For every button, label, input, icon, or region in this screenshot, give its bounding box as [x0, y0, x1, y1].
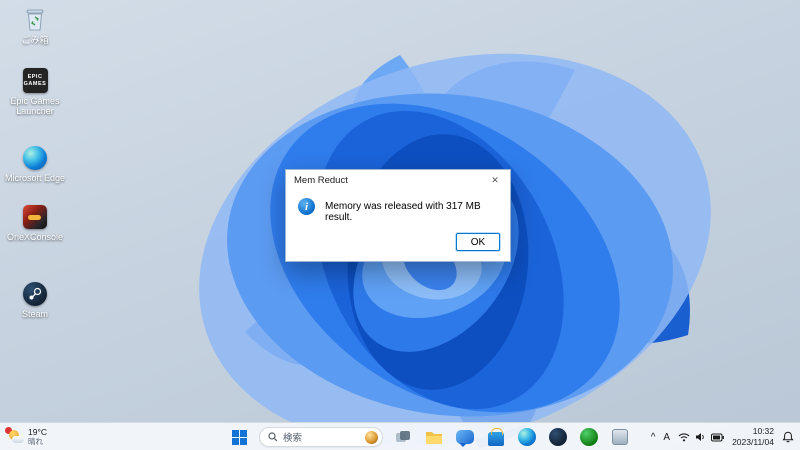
info-icon: i	[298, 198, 315, 215]
weather-icon	[5, 427, 24, 445]
dialog-titlebar[interactable]: Mem Reduct ✕	[286, 170, 510, 190]
file-explorer-icon	[426, 431, 442, 444]
task-view-icon	[396, 431, 410, 442]
desktop-icon-steam[interactable]: Steam	[4, 282, 66, 319]
edge-icon	[23, 146, 47, 170]
ime-mode-indicator[interactable]: A	[663, 432, 670, 443]
epic-icon-text-2: GAMES	[23, 80, 47, 87]
chat-icon	[456, 430, 474, 447]
search-placeholder: 検索	[283, 433, 303, 444]
chat-button[interactable]	[454, 426, 476, 448]
edge-taskbar-icon	[518, 428, 536, 446]
volume-icon	[696, 433, 704, 441]
search-highlight-icon	[365, 430, 378, 444]
dialog-message: Memory was released with 317 MB result.	[325, 201, 481, 223]
clock[interactable]: 10:32 2023/11/04	[732, 426, 774, 447]
dialog-button-row: OK	[286, 227, 510, 261]
memreduct-icon	[612, 429, 628, 445]
store-button[interactable]	[485, 426, 507, 448]
epic-games-label: Epic Games Launcher	[10, 96, 60, 117]
xbox-icon	[580, 428, 598, 446]
memreduct-taskbar-button[interactable]	[609, 426, 631, 448]
dialog-close-icon[interactable]: ✕	[480, 170, 510, 190]
taskbar: 19°C 晴れ 検索 ^ A 10:32 2023/11/04	[0, 422, 800, 450]
network-volume-group[interactable]	[678, 432, 724, 442]
weather-widget[interactable]: 19°C 晴れ	[2, 423, 53, 450]
desktop-icon-recycle-bin[interactable]: ごみ箱	[4, 6, 66, 45]
onexconsole-icon	[23, 205, 47, 229]
dialog-body: i Memory was released with 317 MB result…	[286, 190, 510, 227]
desktop-icon-epic-games[interactable]: EPIC GAMES Epic Games Launcher	[4, 68, 66, 117]
desktop: ごみ箱 EPIC GAMES Epic Games Launcher Micro…	[0, 0, 800, 450]
recycle-bin-label: ごみ箱	[21, 35, 49, 45]
edge-label: Microsoft Edge	[4, 173, 66, 183]
tray-overflow-chevron-icon[interactable]: ^	[651, 432, 656, 443]
edge-taskbar-button[interactable]	[516, 426, 538, 448]
onexconsole-label: OneXConsole	[6, 232, 64, 242]
file-explorer-button[interactable]	[423, 426, 445, 448]
steam-taskbar-icon	[549, 428, 567, 446]
epic-icon-text-1: EPIC	[27, 73, 43, 80]
wifi-icon	[678, 433, 690, 442]
steam-icon	[23, 282, 47, 306]
taskbar-center: 検索	[228, 423, 631, 450]
xbox-taskbar-button[interactable]	[578, 426, 600, 448]
search-icon	[268, 432, 278, 442]
task-view-button[interactable]	[392, 426, 414, 448]
battery-icon	[711, 433, 724, 441]
clock-date: 2023/11/04	[732, 437, 774, 447]
start-button[interactable]	[228, 426, 250, 448]
clock-time: 10:32	[752, 426, 774, 437]
epic-games-icon: EPIC GAMES	[22, 68, 48, 93]
recycle-bin-icon	[22, 6, 48, 32]
steam-taskbar-button[interactable]	[547, 426, 569, 448]
store-icon	[488, 427, 504, 446]
desktop-icon-onexconsole[interactable]: OneXConsole	[4, 205, 66, 242]
dialog-title: Mem Reduct	[294, 174, 348, 186]
notification-bell-icon[interactable]	[782, 431, 794, 443]
search-box[interactable]: 検索	[259, 427, 383, 447]
windows-logo-icon	[231, 429, 247, 445]
ok-button[interactable]: OK	[456, 233, 500, 251]
memreduct-message-dialog: Mem Reduct ✕ i Memory was released with …	[285, 169, 511, 262]
weather-condition: 晴れ	[28, 436, 43, 446]
system-tray: ^ A 10:32 2023/11/04	[651, 423, 800, 450]
desktop-icon-edge[interactable]: Microsoft Edge	[4, 146, 66, 183]
steam-label: Steam	[21, 309, 48, 319]
